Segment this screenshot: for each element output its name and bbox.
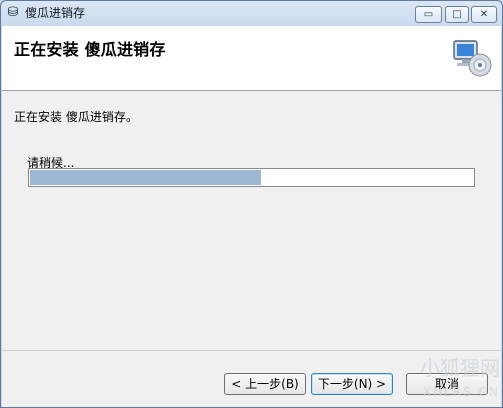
watermark-logo: 小狐狸网 XHLRS.CN <box>372 356 500 406</box>
close-icon: ✕ <box>479 9 489 20</box>
window-title: 傻瓜进销存 <box>25 6 86 20</box>
progress-fill <box>30 170 261 185</box>
installer-window: ⛁ 傻瓜进销存 ▭ □ ✕ 正在安装 傻瓜进销存 正在安装 傻瓜进销存。 请稍候… <box>0 0 503 408</box>
installer-header: 正在安装 傻瓜进销存 <box>2 26 501 91</box>
button-bar: < 上一步(B) 下一步(N) > 取消 小狐狸网 XHLRS.CN <box>2 351 501 407</box>
computer-disc-icon <box>453 40 492 77</box>
installation-progress-bar <box>28 168 475 187</box>
page-title: 正在安装 傻瓜进销存 <box>14 40 166 59</box>
minimize-button[interactable]: ▭ <box>415 6 442 23</box>
maximize-button[interactable]: □ <box>445 6 469 23</box>
install-message: 正在安装 傻瓜进销存。 <box>14 110 138 124</box>
back-button[interactable]: < 上一步(B) <box>224 373 306 395</box>
watermark-subtitle: XHLRS.CN <box>422 385 500 399</box>
title-bar: ⛁ 傻瓜进销存 ▭ □ ✕ <box>1 1 502 25</box>
installer-content: 正在安装 傻瓜进销存。 请稍候... <box>2 91 501 350</box>
close-button[interactable]: ✕ <box>471 6 497 23</box>
maximize-icon: □ <box>452 9 462 20</box>
watermark-title: 小狐狸网 <box>420 356 500 380</box>
app-icon: ⛁ <box>7 5 19 20</box>
minimize-icon: ▭ <box>423 9 434 20</box>
